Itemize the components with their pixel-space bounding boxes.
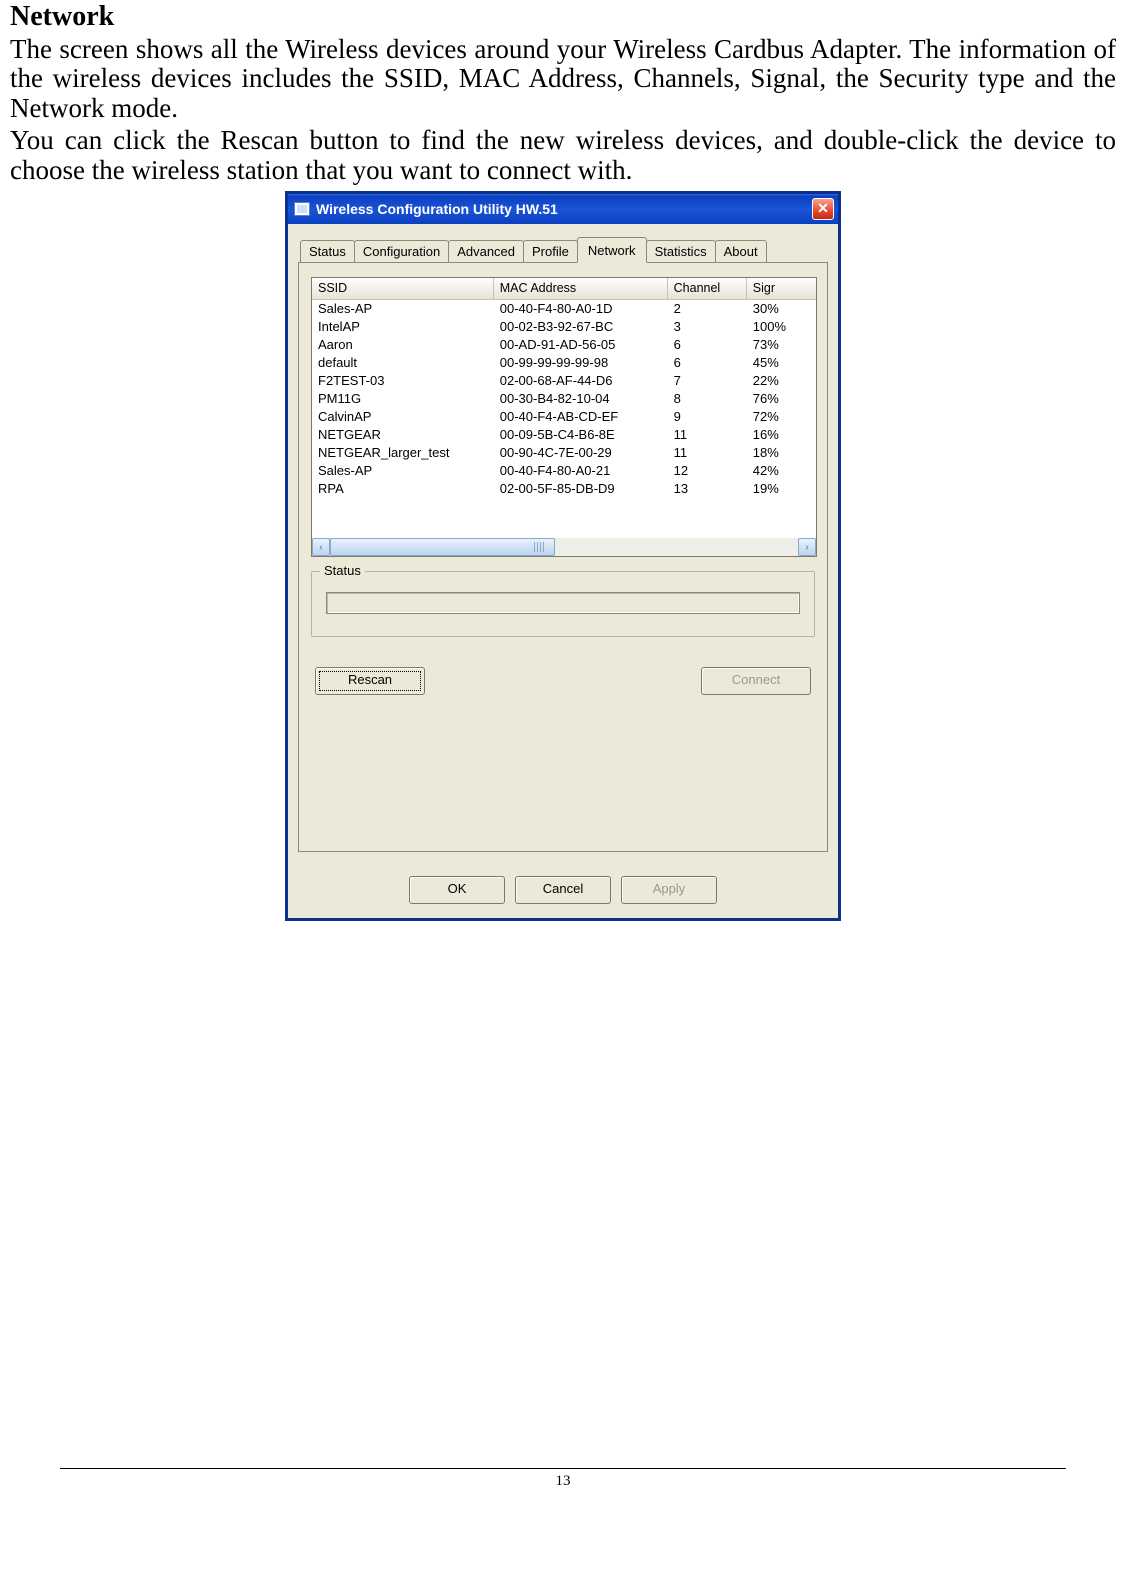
tab-status[interactable]: Status bbox=[300, 240, 355, 262]
network-list[interactable]: SSID MAC Address Channel Sigr Sales-AP00… bbox=[311, 277, 817, 557]
list-header: SSID MAC Address Channel Sigr bbox=[312, 278, 816, 300]
tab-profile[interactable]: Profile bbox=[523, 240, 578, 262]
tab-configuration[interactable]: Configuration bbox=[354, 240, 449, 262]
status-field bbox=[326, 592, 800, 614]
cell: IntelAP bbox=[312, 318, 494, 336]
cancel-button[interactable]: Cancel bbox=[515, 876, 611, 904]
apply-button: Apply bbox=[621, 876, 717, 904]
col-channel[interactable]: Channel bbox=[668, 278, 747, 299]
cell: 00-09-5B-C4-B6-8E bbox=[494, 426, 668, 444]
cell: 2 bbox=[668, 300, 747, 318]
tab-panel-network: SSID MAC Address Channel Sigr Sales-AP00… bbox=[298, 262, 828, 852]
intro-paragraph-2: You can click the Rescan button to find … bbox=[10, 126, 1116, 185]
horizontal-scrollbar[interactable]: ‹ › bbox=[312, 538, 816, 556]
cell: 73% bbox=[747, 336, 816, 354]
cell: 18% bbox=[747, 444, 816, 462]
cell: 00-40-F4-80-A0-21 bbox=[494, 462, 668, 480]
cell: 76% bbox=[747, 390, 816, 408]
cell: 02-00-68-AF-44-D6 bbox=[494, 372, 668, 390]
table-row[interactable]: Aaron00-AD-91-AD-56-05673% bbox=[312, 336, 816, 354]
cell: 12 bbox=[668, 462, 747, 480]
cell: default bbox=[312, 354, 494, 372]
wireless-config-dialog: Wireless Configuration Utility HW.51 ✕ S… bbox=[285, 191, 841, 921]
cell: NETGEAR_larger_test bbox=[312, 444, 494, 462]
cell: 00-AD-91-AD-56-05 bbox=[494, 336, 668, 354]
status-groupbox: Status bbox=[311, 571, 815, 637]
connect-button: Connect bbox=[701, 667, 811, 695]
col-mac[interactable]: MAC Address bbox=[494, 278, 668, 299]
cell: 7 bbox=[668, 372, 747, 390]
cell: 00-02-B3-92-67-BC bbox=[494, 318, 668, 336]
cell: 8 bbox=[668, 390, 747, 408]
cell: F2TEST-03 bbox=[312, 372, 494, 390]
tab-network[interactable]: Network bbox=[577, 237, 647, 263]
table-row[interactable]: NETGEAR_larger_test00-90-4C-7E-00-291118… bbox=[312, 444, 816, 462]
scroll-track[interactable] bbox=[330, 538, 798, 556]
app-icon bbox=[294, 202, 310, 216]
tab-statistics[interactable]: Statistics bbox=[646, 240, 716, 262]
rescan-button[interactable]: Rescan bbox=[315, 667, 425, 695]
scroll-thumb[interactable] bbox=[330, 538, 555, 556]
table-row[interactable]: Sales-AP00-40-F4-80-A0-211242% bbox=[312, 462, 816, 480]
tabstrip: Status Configuration Advanced Profile Ne… bbox=[298, 236, 828, 262]
cell: 100% bbox=[747, 318, 816, 336]
dialog-button-row: OK Cancel Apply bbox=[288, 864, 838, 918]
cell: 30% bbox=[747, 300, 816, 318]
cell: CalvinAP bbox=[312, 408, 494, 426]
cell: 00-40-F4-AB-CD-EF bbox=[494, 408, 668, 426]
cell: Sales-AP bbox=[312, 300, 494, 318]
col-signal[interactable]: Sigr bbox=[747, 278, 816, 299]
close-button[interactable]: ✕ bbox=[812, 198, 834, 220]
cell: 19% bbox=[747, 480, 816, 498]
cell: 22% bbox=[747, 372, 816, 390]
table-row[interactable]: PM11G00-30-B4-82-10-04876% bbox=[312, 390, 816, 408]
cell: NETGEAR bbox=[312, 426, 494, 444]
cell: 72% bbox=[747, 408, 816, 426]
table-row[interactable]: default00-99-99-99-99-98645% bbox=[312, 354, 816, 372]
intro-paragraph-1: The screen shows all the Wireless device… bbox=[10, 35, 1116, 124]
tab-about[interactable]: About bbox=[715, 240, 767, 262]
table-row[interactable]: NETGEAR00-09-5B-C4-B6-8E1116% bbox=[312, 426, 816, 444]
cell: 45% bbox=[747, 354, 816, 372]
section-heading: Network bbox=[10, 2, 1116, 33]
table-row[interactable]: RPA02-00-5F-85-DB-D91319% bbox=[312, 480, 816, 498]
cell: 00-90-4C-7E-00-29 bbox=[494, 444, 668, 462]
cell: 9 bbox=[668, 408, 747, 426]
titlebar[interactable]: Wireless Configuration Utility HW.51 ✕ bbox=[288, 194, 838, 224]
status-legend: Status bbox=[320, 563, 365, 578]
cell: 02-00-5F-85-DB-D9 bbox=[494, 480, 668, 498]
cell: 42% bbox=[747, 462, 816, 480]
cell: 13 bbox=[668, 480, 747, 498]
cell: 00-30-B4-82-10-04 bbox=[494, 390, 668, 408]
cell: 3 bbox=[668, 318, 747, 336]
cell: 11 bbox=[668, 444, 747, 462]
cell: Aaron bbox=[312, 336, 494, 354]
page-number: 13 bbox=[60, 1468, 1066, 1490]
cell: 16% bbox=[747, 426, 816, 444]
cell: RPA bbox=[312, 480, 494, 498]
cell: 6 bbox=[668, 336, 747, 354]
cell: 00-40-F4-80-A0-1D bbox=[494, 300, 668, 318]
cell: PM11G bbox=[312, 390, 494, 408]
tab-advanced[interactable]: Advanced bbox=[448, 240, 524, 262]
scroll-left-button[interactable]: ‹ bbox=[312, 538, 330, 556]
table-row[interactable]: F2TEST-0302-00-68-AF-44-D6722% bbox=[312, 372, 816, 390]
scroll-right-button[interactable]: › bbox=[798, 538, 816, 556]
window-title: Wireless Configuration Utility HW.51 bbox=[316, 201, 812, 217]
cell: 00-99-99-99-99-98 bbox=[494, 354, 668, 372]
table-row[interactable]: CalvinAP00-40-F4-AB-CD-EF972% bbox=[312, 408, 816, 426]
table-row[interactable]: Sales-AP00-40-F4-80-A0-1D230% bbox=[312, 300, 816, 318]
table-row[interactable]: IntelAP00-02-B3-92-67-BC3100% bbox=[312, 318, 816, 336]
ok-button[interactable]: OK bbox=[409, 876, 505, 904]
col-ssid[interactable]: SSID bbox=[312, 278, 494, 299]
cell: Sales-AP bbox=[312, 462, 494, 480]
cell: 6 bbox=[668, 354, 747, 372]
list-rows: Sales-AP00-40-F4-80-A0-1D230%IntelAP00-0… bbox=[312, 300, 816, 538]
cell: 11 bbox=[668, 426, 747, 444]
